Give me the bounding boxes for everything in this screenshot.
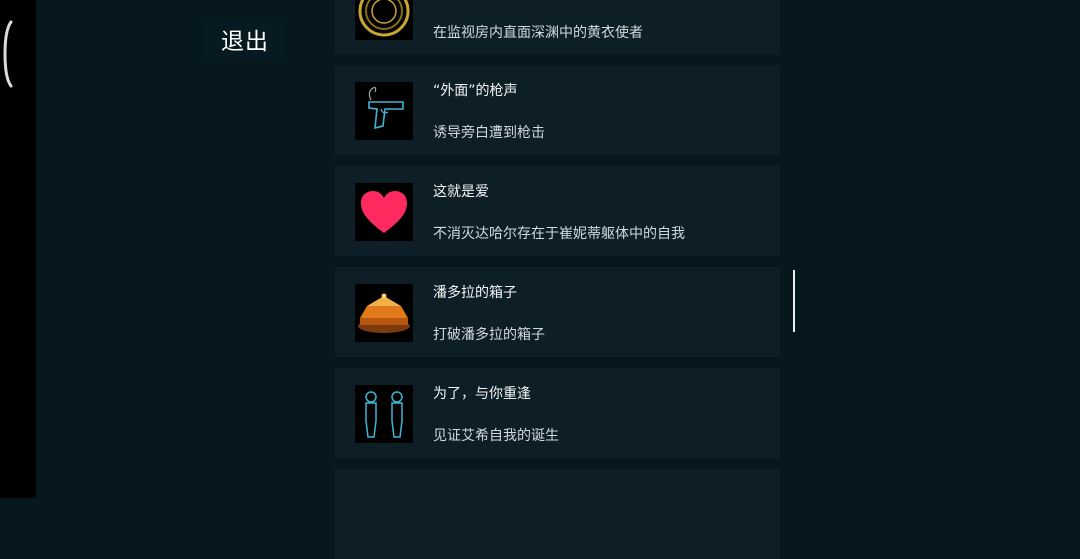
- achievement-card[interactable]: [335, 469, 780, 559]
- achievement-desc: 诱导旁白遭到枪击: [433, 125, 545, 141]
- achievement-list[interactable]: 在监视房内直面深渊中的黄衣使者 “外面”的枪声 诱导旁白遭到枪击 这就是爱 不消…: [335, 0, 780, 559]
- achievement-desc: 在监视房内直面深渊中的黄衣使者: [433, 25, 643, 41]
- exit-button[interactable]: 退出: [205, 18, 285, 60]
- achievement-desc: 见证艾希自我的诞生: [433, 428, 559, 444]
- heart-icon: [355, 183, 413, 241]
- achievement-desc: 打破潘多拉的箱子: [433, 327, 545, 343]
- edge-back-gesture-icon[interactable]: [3, 20, 13, 88]
- achievement-card[interactable]: 潘多拉的箱子 打破潘多拉的箱子: [335, 267, 780, 357]
- pandora-box-icon: [355, 284, 413, 342]
- achievement-title: 潘多拉的箱子: [433, 285, 517, 301]
- achievement-card[interactable]: “外面”的枪声 诱导旁白遭到枪击: [335, 65, 780, 155]
- achievement-title: 为了，与你重逢: [433, 386, 531, 402]
- left-system-bar: [0, 0, 36, 498]
- twin-figures-icon: [355, 385, 413, 443]
- achievement-title: “外面”的枪声: [433, 83, 518, 99]
- pistol-icon: [355, 82, 413, 140]
- achievement-card[interactable]: 为了，与你重逢 见证艾希自我的诞生: [335, 368, 780, 458]
- achievement-desc: 不消灭达哈尔存在于崔妮蒂躯体中的自我: [433, 226, 685, 242]
- scrollbar[interactable]: [793, 270, 795, 332]
- achievement-card[interactable]: 这就是爱 不消灭达哈尔存在于崔妮蒂躯体中的自我: [335, 166, 780, 256]
- golden-ring-icon: [355, 0, 413, 40]
- achievement-card[interactable]: 在监视房内直面深渊中的黄衣使者: [335, 0, 780, 55]
- achievement-title: 这就是爱: [433, 184, 489, 200]
